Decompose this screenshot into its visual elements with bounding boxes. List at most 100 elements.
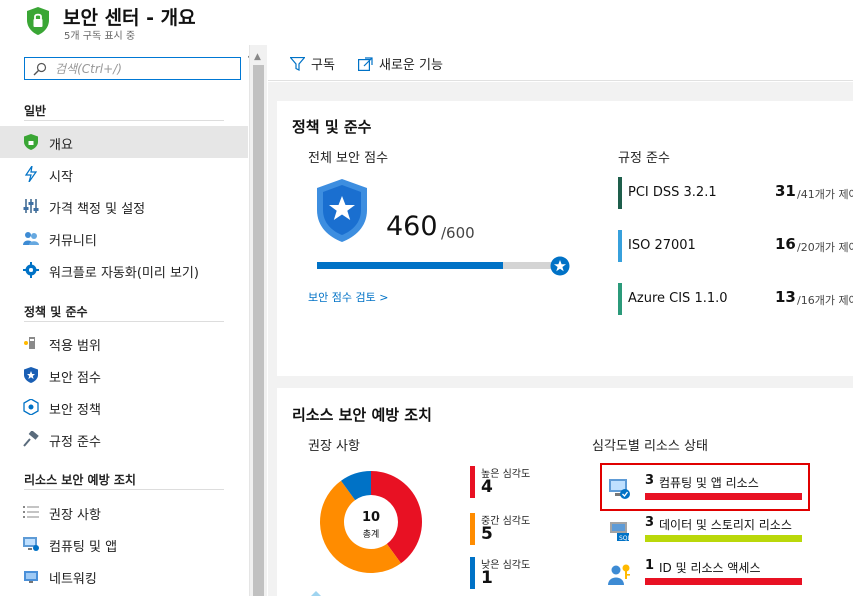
sidebar-item-label: 컴퓨팅 및 앱 bbox=[49, 540, 118, 555]
compliance-row[interactable]: PCI DSS 3.2.1 31 /41개가 제어 bbox=[618, 177, 853, 209]
whats-new-label: 새로운 기능 bbox=[379, 58, 443, 73]
page-header: 보안 센터 - 개요 5개 구독 표시 중 bbox=[0, 0, 853, 45]
coverage-icon bbox=[23, 335, 39, 351]
section-heading-policy: 정책 및 준수 bbox=[24, 305, 88, 319]
sidebar-item-coverage[interactable]: 적용 범위 bbox=[0, 327, 248, 359]
divider bbox=[24, 120, 224, 121]
secure-score-progress-fill bbox=[317, 262, 504, 269]
scrollbar-thumb[interactable] bbox=[253, 65, 264, 596]
command-bar: 구독 새로운 기능 bbox=[268, 45, 853, 81]
filter-icon bbox=[290, 56, 305, 71]
sidebar-item-secure-score[interactable]: 보안 점수 bbox=[0, 359, 248, 391]
subscriptions-label: 구독 bbox=[311, 58, 335, 73]
sidebar-item-pricing-settings[interactable]: 가격 책정 및 설정 bbox=[0, 190, 248, 222]
resource-severity-bar bbox=[645, 578, 802, 585]
compliance-standard-name: Azure CIS 1.1.0 bbox=[628, 291, 728, 306]
resource-row-data-storage[interactable]: SQL 3 데이터 및 스토리지 리소스 bbox=[608, 515, 808, 547]
secure-score-value: 460 bbox=[386, 211, 438, 242]
review-secure-score-link[interactable]: 보안 점수 검토 > bbox=[308, 289, 388, 305]
severity-count: 4 bbox=[481, 477, 493, 497]
compliance-passed-count: 13 bbox=[775, 288, 796, 306]
resource-severity-bar bbox=[645, 535, 802, 542]
severity-color-bar bbox=[470, 466, 475, 498]
sidebar-item-label: 워크플로 자동화(미리 보기) bbox=[49, 266, 199, 281]
sidebar-item-label: 시작 bbox=[49, 170, 73, 185]
compliance-standard-name: ISO 27001 bbox=[628, 238, 696, 253]
card-title: 정책 및 준수 bbox=[292, 118, 372, 136]
scroll-up-icon[interactable]: ▲ bbox=[254, 52, 261, 62]
data-storage-icon: SQL bbox=[610, 522, 632, 542]
identity-icon bbox=[608, 564, 630, 585]
svg-text:SQL: SQL bbox=[619, 535, 632, 542]
sidebar-item-getting-started[interactable]: 시작 bbox=[0, 158, 248, 190]
gavel-icon bbox=[23, 431, 39, 447]
resource-severity-bar bbox=[645, 493, 802, 500]
sidebar-item-regulatory-compliance[interactable]: 규정 준수 bbox=[0, 423, 248, 455]
compliance-color-bar bbox=[618, 177, 622, 209]
subscriptions-button[interactable]: 구독 bbox=[290, 54, 335, 73]
recommendations-total-label: 총계 bbox=[362, 530, 380, 540]
secure-score-icon bbox=[23, 367, 39, 383]
compliance-total: /41개가 제어 bbox=[797, 188, 853, 201]
resource-row-identity[interactable]: 1 ID 및 리소스 액세스 bbox=[608, 558, 808, 590]
sidebar-item-label: 네트워킹 bbox=[49, 572, 97, 587]
resource-label: ID 및 리소스 액세스 bbox=[659, 561, 761, 575]
section-heading-general: 일반 bbox=[24, 104, 47, 118]
sidebar-item-label: 개요 bbox=[49, 138, 73, 153]
sidebar-item-label: 커뮤니티 bbox=[49, 234, 97, 249]
main-content: 정책 및 준수 전체 보안 점수 460 /600 보안 점수 검토 > 규정 … bbox=[268, 82, 853, 596]
lightning-icon bbox=[23, 166, 39, 182]
security-center-shield-icon bbox=[27, 7, 49, 35]
page-title: 보안 센터 - 개요 bbox=[63, 7, 196, 29]
search-input[interactable] bbox=[55, 60, 235, 77]
resource-count: 3 bbox=[645, 515, 655, 530]
compliance-row[interactable]: ISO 27001 16 /20개가 제어 bbox=[618, 230, 853, 262]
severity-count: 1 bbox=[481, 568, 493, 588]
recommendations-total: 10 bbox=[361, 510, 381, 525]
sidebar-item-label: 권장 사항 bbox=[49, 508, 101, 523]
compute-icon bbox=[23, 536, 39, 552]
sidebar-item-compute-apps[interactable]: 컴퓨팅 및 앱 bbox=[0, 528, 248, 560]
compliance-color-bar bbox=[618, 230, 622, 262]
compliance-passed-count: 31 bbox=[775, 182, 796, 200]
policy-compliance-card: 정책 및 준수 전체 보안 점수 460 /600 보안 점수 검토 > 규정 … bbox=[277, 101, 853, 376]
compliance-total: /20개가 제어 bbox=[797, 241, 853, 254]
section-heading-resource-hygiene: 리소스 보안 예방 조치 bbox=[24, 473, 136, 487]
sidebar-item-label: 보안 정책 bbox=[49, 403, 101, 418]
partial-icon bbox=[311, 591, 321, 596]
sidebar-item-label: 가격 책정 및 설정 bbox=[49, 202, 146, 217]
resource-count: 3 bbox=[645, 473, 655, 488]
sidebar-item-recommendations[interactable]: 권장 사항 bbox=[0, 496, 248, 528]
community-icon bbox=[23, 230, 39, 246]
sidebar-item-overview[interactable]: 개요 bbox=[0, 126, 248, 158]
gear-icon bbox=[23, 262, 39, 278]
sidebar-item-workflow-automation[interactable]: 워크플로 자동화(미리 보기) bbox=[0, 254, 248, 286]
secure-score-shield-icon bbox=[317, 179, 367, 242]
sidebar-item-security-policy[interactable]: 보안 정책 bbox=[0, 391, 248, 423]
whats-new-button[interactable]: 새로운 기능 bbox=[358, 54, 443, 73]
sidebar-item-label: 규정 준수 bbox=[49, 435, 101, 450]
severity-count: 5 bbox=[481, 524, 493, 544]
resource-hygiene-card: 리소스 보안 예방 조치 권장 사항 10 총계 높은 심각도 4 중간 심각도… bbox=[277, 388, 853, 596]
secure-score-max: /600 bbox=[441, 224, 475, 242]
secure-score-progress-bar bbox=[317, 262, 560, 269]
policy-icon bbox=[23, 399, 39, 415]
recommendations-label: 권장 사항 bbox=[308, 439, 360, 454]
shield-icon bbox=[23, 134, 39, 150]
compliance-passed-count: 16 bbox=[775, 235, 796, 253]
secure-score-label: 전체 보안 점수 bbox=[308, 151, 389, 166]
sidebar-scrollbar[interactable]: ▲ bbox=[249, 45, 267, 596]
sidebar-item-community[interactable]: 커뮤니티 bbox=[0, 222, 248, 254]
resource-row-compute[interactable]: 3 컴퓨팅 및 앱 리소스 bbox=[608, 473, 808, 505]
sidebar-item-label: 적용 범위 bbox=[49, 339, 101, 354]
compliance-standard-name: PCI DSS 3.2.1 bbox=[628, 185, 717, 200]
compliance-row[interactable]: Azure CIS 1.1.0 13 /16개가 제어 bbox=[618, 283, 853, 315]
divider bbox=[24, 489, 224, 490]
sidebar: « 일반 개요 시작 가격 책정 및 설정 커뮤니티 bbox=[0, 45, 267, 596]
compute-icon bbox=[609, 479, 630, 499]
external-link-icon bbox=[358, 56, 373, 71]
severity-color-bar bbox=[470, 557, 475, 589]
severity-color-bar bbox=[470, 513, 475, 545]
sidebar-item-networking[interactable]: 네트워킹 bbox=[0, 560, 248, 592]
search-box[interactable] bbox=[24, 57, 241, 80]
